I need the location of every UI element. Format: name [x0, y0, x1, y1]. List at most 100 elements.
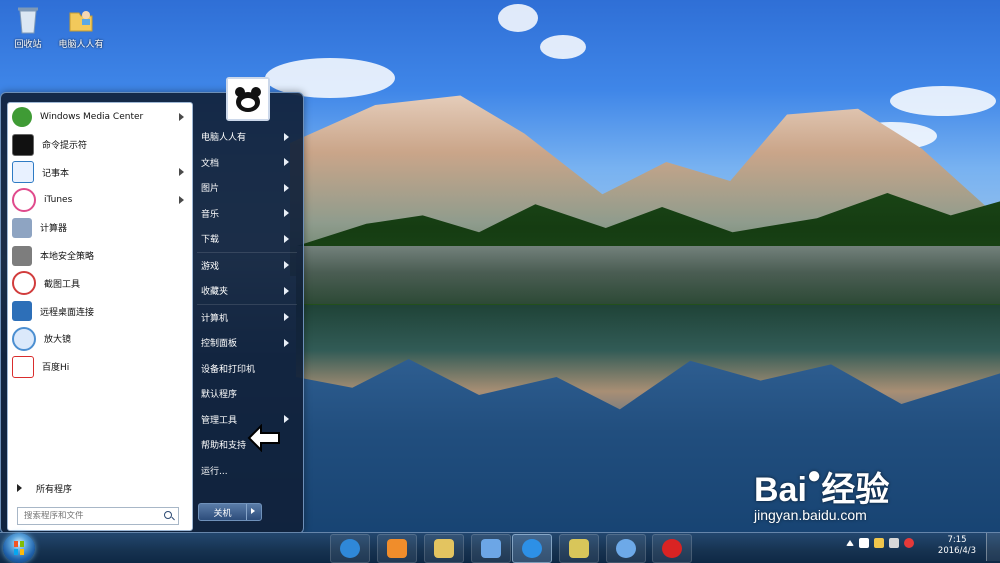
program-item-magnifier[interactable]: 放大镜	[8, 325, 192, 353]
volume-icon[interactable]	[889, 538, 899, 548]
show-hidden-icon[interactable]	[846, 540, 854, 546]
watermark-brand-suffix: 经验	[821, 471, 890, 509]
submenu-arrow-icon	[284, 234, 289, 243]
submenu-arrow-icon	[284, 415, 289, 424]
submenu-arrow-icon	[284, 132, 289, 141]
submenu-arrow-icon	[284, 209, 289, 218]
places-item-games[interactable]: 游戏	[197, 251, 297, 279]
places-item-music[interactable]: 音乐	[197, 201, 297, 227]
watermark-brand: Bai	[754, 471, 807, 509]
places-item-user-folder[interactable]: 电脑人人有	[197, 124, 297, 150]
program-item-label: 百度Hi	[42, 363, 70, 374]
media-player-icon	[387, 539, 407, 558]
taskbar-app-file-explorer[interactable]	[424, 534, 464, 563]
program-item-label: 命令提示符	[42, 141, 88, 152]
notepad-icon	[12, 161, 34, 184]
submenu-arrow-icon	[179, 168, 184, 177]
shutdown-button[interactable]: 关机	[198, 503, 262, 521]
taskbar-app-media-player[interactable]	[377, 534, 417, 563]
taskbar-app-folder-shortcut[interactable]	[559, 534, 599, 563]
all-programs-label: 所有程序	[36, 484, 73, 495]
program-item-label: 本地安全策略	[40, 252, 95, 263]
folder-shortcut-icon	[569, 539, 589, 558]
show-desktop-button[interactable]	[986, 533, 1000, 561]
desktop-icon-recycle-bin[interactable]: 回收站	[2, 5, 54, 50]
magnifier-icon	[12, 326, 36, 351]
program-item-label: iTunes	[44, 195, 73, 206]
baidu-hi-icon	[12, 355, 34, 378]
taskbar-app-remote-desktop[interactable]	[471, 534, 511, 563]
program-item-snipping-tool[interactable]: 截图工具	[8, 270, 192, 298]
clock-date: 2016/4/3	[937, 546, 977, 556]
windows-logo-icon	[14, 541, 24, 555]
program-item-label: 计算器	[40, 224, 68, 235]
places-item-label: 控制面板	[201, 339, 238, 350]
program-item-calculator[interactable]: 计算器	[8, 214, 192, 242]
security-policy-icon	[12, 245, 32, 266]
places-item-label: 计算机	[201, 313, 229, 324]
program-item-itunes[interactable]: iTunes	[8, 186, 192, 214]
places-item-downloads[interactable]: 下载	[197, 226, 297, 252]
snipping-tool-icon	[12, 271, 36, 296]
places-item-pictures[interactable]: 图片	[197, 175, 297, 201]
shutdown-options-icon[interactable]	[246, 504, 261, 520]
start-menu-programs-pane: Windows Media Center 命令提示符 记事本 iTunes 计算…	[7, 102, 193, 531]
sogou-input-icon	[522, 539, 542, 558]
places-item-label: 下载	[201, 235, 220, 246]
program-item-label: 截图工具	[44, 279, 81, 290]
places-item-documents[interactable]: 文档	[197, 150, 297, 176]
desktop-icon-user-folder[interactable]: 电脑人人有	[55, 5, 107, 50]
shutdown-label: 关机	[213, 508, 232, 519]
places-item-label: 默认程序	[201, 390, 238, 401]
places-item-default-programs[interactable]: 默认程序	[197, 381, 297, 407]
places-item-control-panel[interactable]: 控制面板	[197, 330, 297, 356]
network-icon[interactable]	[874, 538, 884, 548]
itunes-icon	[12, 188, 36, 213]
places-item-favorites[interactable]: 收藏夹	[197, 278, 297, 304]
places-item-label: 管理工具	[201, 415, 238, 426]
user-folder-icon	[67, 5, 95, 35]
places-item-label: 设备和打印机	[201, 364, 256, 375]
taskbar-app-paint[interactable]	[606, 534, 646, 563]
places-item-computer[interactable]: 计算机	[197, 303, 297, 331]
desktop-icon-label: 电脑人人有	[58, 40, 104, 50]
submenu-arrow-icon	[284, 158, 289, 167]
clock-time: 7:15	[947, 535, 967, 545]
chess-game-icon	[662, 539, 682, 558]
program-item-remote-desktop[interactable]: 远程桌面连接	[8, 297, 192, 325]
taskbar-app-sogou-input[interactable]	[512, 534, 552, 563]
recycle-bin-icon	[14, 5, 42, 35]
taskbar-app-internet-explorer[interactable]	[330, 534, 370, 563]
start-menu: Windows Media Center 命令提示符 记事本 iTunes 计算…	[0, 77, 304, 534]
places-item-label: 运行...	[201, 466, 228, 477]
search-icon[interactable]	[164, 511, 174, 521]
program-item-baidu-hi[interactable]: 百度Hi	[8, 353, 192, 381]
program-item-label: Windows Media Center	[40, 111, 144, 122]
program-item-notepad[interactable]: 记事本	[8, 159, 192, 187]
start-button[interactable]	[3, 533, 35, 563]
media-center-icon	[12, 106, 32, 127]
program-item-label: 记事本	[42, 168, 70, 179]
antivirus-icon[interactable]	[904, 538, 914, 548]
start-search-box[interactable]	[17, 507, 179, 525]
user-avatar[interactable]	[226, 77, 270, 121]
desktop-icon-label: 回收站	[14, 40, 42, 50]
places-item-label: 音乐	[201, 209, 220, 220]
all-programs-button[interactable]: 所有程序	[16, 478, 166, 498]
program-item-windows-media-center[interactable]: Windows Media Center	[8, 103, 192, 131]
watermark-url: jingyan.baidu.com	[754, 507, 867, 523]
command-prompt-icon	[12, 133, 34, 156]
places-item-run[interactable]: 运行...	[197, 458, 297, 484]
taskbar-clock[interactable]: 7:15 2016/4/3	[937, 535, 977, 557]
places-item-devices-printers[interactable]: 设备和打印机	[197, 356, 297, 382]
search-input[interactable]	[18, 511, 164, 521]
program-item-command-prompt[interactable]: 命令提示符	[8, 131, 192, 159]
flag-icon[interactable]	[859, 538, 869, 548]
program-item-local-security-policy[interactable]: 本地安全策略	[8, 242, 192, 270]
submenu-arrow-icon	[284, 261, 289, 270]
program-item-label: 远程桌面连接	[40, 307, 95, 318]
submenu-arrow-icon	[284, 313, 289, 322]
program-item-label: 放大镜	[44, 335, 72, 346]
baidu-watermark: Bai●经验 jingyan.baidu.com	[754, 462, 944, 523]
taskbar-app-chess-game[interactable]	[652, 534, 692, 563]
